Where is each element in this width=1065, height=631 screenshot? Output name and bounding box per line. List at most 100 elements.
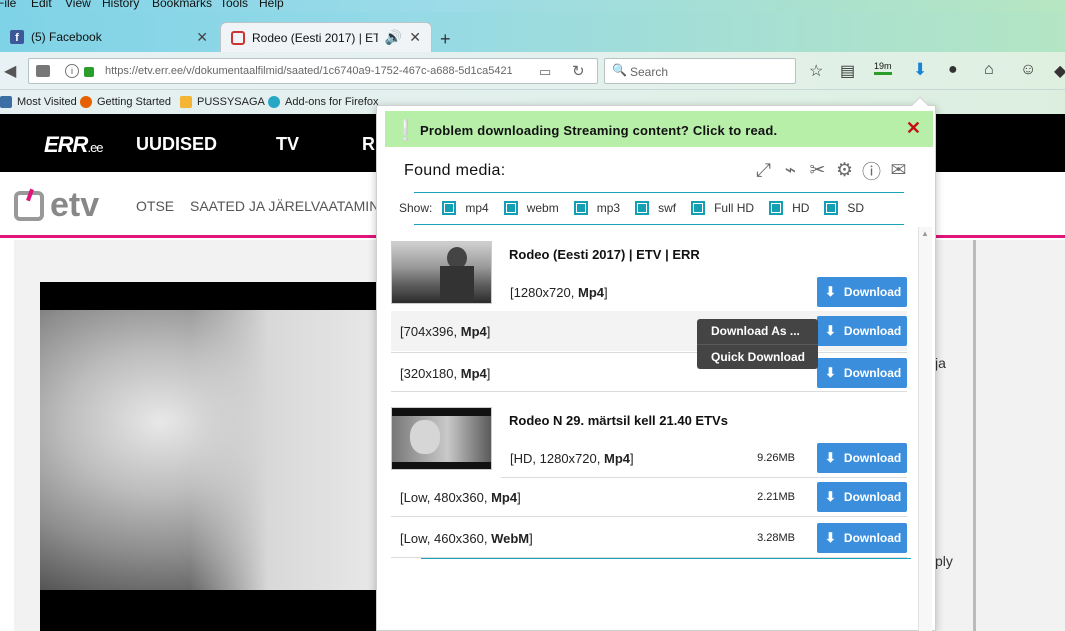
- nav-uudised[interactable]: UUDISED: [136, 134, 217, 155]
- err-logo-suffix: .ee: [87, 140, 103, 155]
- back-arrow-icon[interactable]: ◀: [4, 61, 16, 81]
- tab-facebook[interactable]: f (5) Facebook ✕: [0, 22, 218, 52]
- checkbox[interactable]: [769, 201, 784, 215]
- subnav-saated[interactable]: SAATED JA JÄRELVAATAMINE: [190, 198, 389, 214]
- item-format: Mp4: [603, 451, 630, 466]
- search-placeholder: Search: [630, 65, 669, 79]
- err-logo[interactable]: ERR.ee: [44, 132, 104, 158]
- bookmark-getting-started[interactable]: Getting Started: [80, 96, 171, 108]
- bookmark-most-visited[interactable]: Most Visited: [0, 96, 77, 108]
- lock-icon: [84, 67, 94, 77]
- expand-icon[interactable]: ⤢: [752, 159, 775, 182]
- tools-icon[interactable]: ✂: [806, 159, 829, 182]
- filter-mp4[interactable]: mp4: [442, 201, 489, 215]
- chat-icon[interactable]: ☺: [1020, 61, 1036, 79]
- download-button[interactable]: ⬇ Download: [817, 443, 907, 473]
- media-thumbnail[interactable]: [391, 407, 492, 470]
- popup-toolbar: ⤢ ⌁ ✂ ⚙ ⓘ ✉: [752, 159, 910, 184]
- broom-icon[interactable]: ⌁: [779, 159, 802, 182]
- filter-hd[interactable]: HD: [769, 201, 809, 215]
- menu-file[interactable]: File: [0, 0, 16, 10]
- menu-tools[interactable]: Tools: [220, 0, 248, 10]
- nav-tv[interactable]: TV: [276, 134, 299, 155]
- download-label: Download: [843, 285, 902, 299]
- download-icon: ⬇: [825, 365, 836, 380]
- bookmark-addons[interactable]: Add-ons for Firefox: [268, 96, 379, 108]
- bookmark-favicon: [180, 96, 192, 108]
- download-icon: ⬇: [825, 530, 836, 545]
- filter-label: swf: [658, 201, 677, 215]
- download-button[interactable]: ⬇ Download: [817, 523, 907, 553]
- notice-text[interactable]: Problem downloading Streaming content? C…: [420, 123, 777, 138]
- download-button[interactable]: ⬇ Download: [817, 482, 907, 512]
- checkbox[interactable]: [503, 201, 518, 215]
- search-input[interactable]: 🔍 Search: [604, 58, 796, 84]
- etv-logo[interactable]: etv: [14, 186, 99, 225]
- download-button[interactable]: ⬇ Download: [817, 277, 907, 307]
- media-group-title: Rodeo N 29. märtsil kell 21.40 ETVs: [509, 413, 728, 428]
- media-item-label: [1280x720, Mp4]: [510, 285, 608, 300]
- reading-list-icon[interactable]: ▤: [840, 61, 855, 81]
- menu-bookmarks[interactable]: Bookmarks: [152, 0, 212, 10]
- media-item-row: [320x180, Mp4] ⬇ Download: [391, 352, 907, 392]
- bookmark-pussysaga[interactable]: PUSSYSAGA: [180, 96, 265, 108]
- info-icon[interactable]: i: [65, 64, 79, 78]
- checkbox[interactable]: [573, 201, 588, 215]
- facebook-icon: f: [10, 30, 24, 44]
- download-button[interactable]: ⬇ Download: [817, 316, 907, 346]
- alert-icon[interactable]: ⓘ: [860, 159, 883, 183]
- timer-badge[interactable]: 19m: [874, 61, 892, 75]
- close-icon[interactable]: ✕: [906, 118, 921, 139]
- menu-history[interactable]: History: [102, 0, 139, 10]
- checkbox[interactable]: [442, 201, 457, 215]
- streaming-notice-banner[interactable]: ❕ Problem downloading Streaming content?…: [385, 111, 933, 147]
- filter-swf[interactable]: swf: [635, 201, 676, 215]
- navigation-bar: ◀ i https://etv.err.ee/v/dokumentaalfilm…: [0, 52, 1065, 90]
- extension-balls-icon[interactable]: ●: [948, 61, 958, 79]
- home-icon[interactable]: ⌂: [984, 61, 994, 79]
- shield-icon[interactable]: ◆: [1054, 61, 1065, 81]
- reload-icon[interactable]: ↻: [572, 62, 585, 80]
- close-icon[interactable]: ✕: [196, 29, 208, 46]
- filter-mp3[interactable]: mp3: [573, 201, 620, 215]
- star-icon[interactable]: ☆: [809, 61, 823, 81]
- nav-raadio[interactable]: R: [362, 134, 375, 155]
- tab-strip: f (5) Facebook ✕ Rodeo (Eesti 2017) | ET…: [0, 12, 1065, 52]
- url-text[interactable]: https://etv.err.ee/v/dokumentaalfilmid/s…: [105, 65, 513, 77]
- download-arrow-icon[interactable]: ⬇: [913, 60, 927, 80]
- download-label: Download: [843, 324, 902, 338]
- menu-download-as[interactable]: Download As ...: [697, 319, 818, 344]
- item-resolution: Low, 480x360: [403, 490, 484, 505]
- etv-logo-icon: [14, 190, 44, 221]
- page-scrollbar[interactable]: [973, 240, 976, 631]
- filter-sd[interactable]: SD: [824, 201, 864, 215]
- checkbox[interactable]: [691, 201, 706, 215]
- close-icon[interactable]: ✕: [409, 29, 421, 46]
- gear-icon[interactable]: ⚙: [833, 159, 856, 182]
- tab-etv[interactable]: Rodeo (Eesti 2017) | ETV ... 🔊 ✕: [220, 22, 432, 52]
- speaker-icon[interactable]: 🔊: [385, 29, 402, 46]
- search-icon: 🔍: [612, 63, 627, 77]
- tiles-icon[interactable]: [36, 65, 50, 77]
- filter-label: mp4: [465, 201, 489, 215]
- mail-icon[interactable]: ✉: [887, 159, 910, 182]
- filter-full-hd[interactable]: Full HD: [691, 201, 754, 215]
- download-button[interactable]: ⬇ Download: [817, 358, 907, 388]
- menu-help[interactable]: Help: [259, 0, 284, 10]
- filter-webm[interactable]: webm: [503, 201, 559, 215]
- checkbox[interactable]: [635, 201, 650, 215]
- menu-edit[interactable]: Edit: [31, 0, 52, 10]
- url-bar[interactable]: i https://etv.err.ee/v/dokumentaalfilmid…: [28, 58, 598, 84]
- popup-scrollbar[interactable]: [918, 227, 932, 631]
- checkbox[interactable]: [824, 201, 839, 215]
- video-player[interactable]: [40, 282, 385, 631]
- menu-view[interactable]: View: [65, 0, 91, 10]
- download-label: Download: [843, 451, 902, 465]
- media-item-row: [Low, 460x360, WebM] 3.28MB ⬇ Download: [391, 518, 907, 558]
- new-tab-button[interactable]: +: [440, 29, 451, 50]
- subnav-otse[interactable]: OTSE: [136, 198, 174, 214]
- menu-quick-download[interactable]: Quick Download: [697, 344, 818, 369]
- reader-view-icon[interactable]: ▭: [539, 64, 551, 80]
- media-item-row: [704x396, Mp4] ⬇ Download: [391, 311, 907, 351]
- media-thumbnail[interactable]: [391, 241, 492, 304]
